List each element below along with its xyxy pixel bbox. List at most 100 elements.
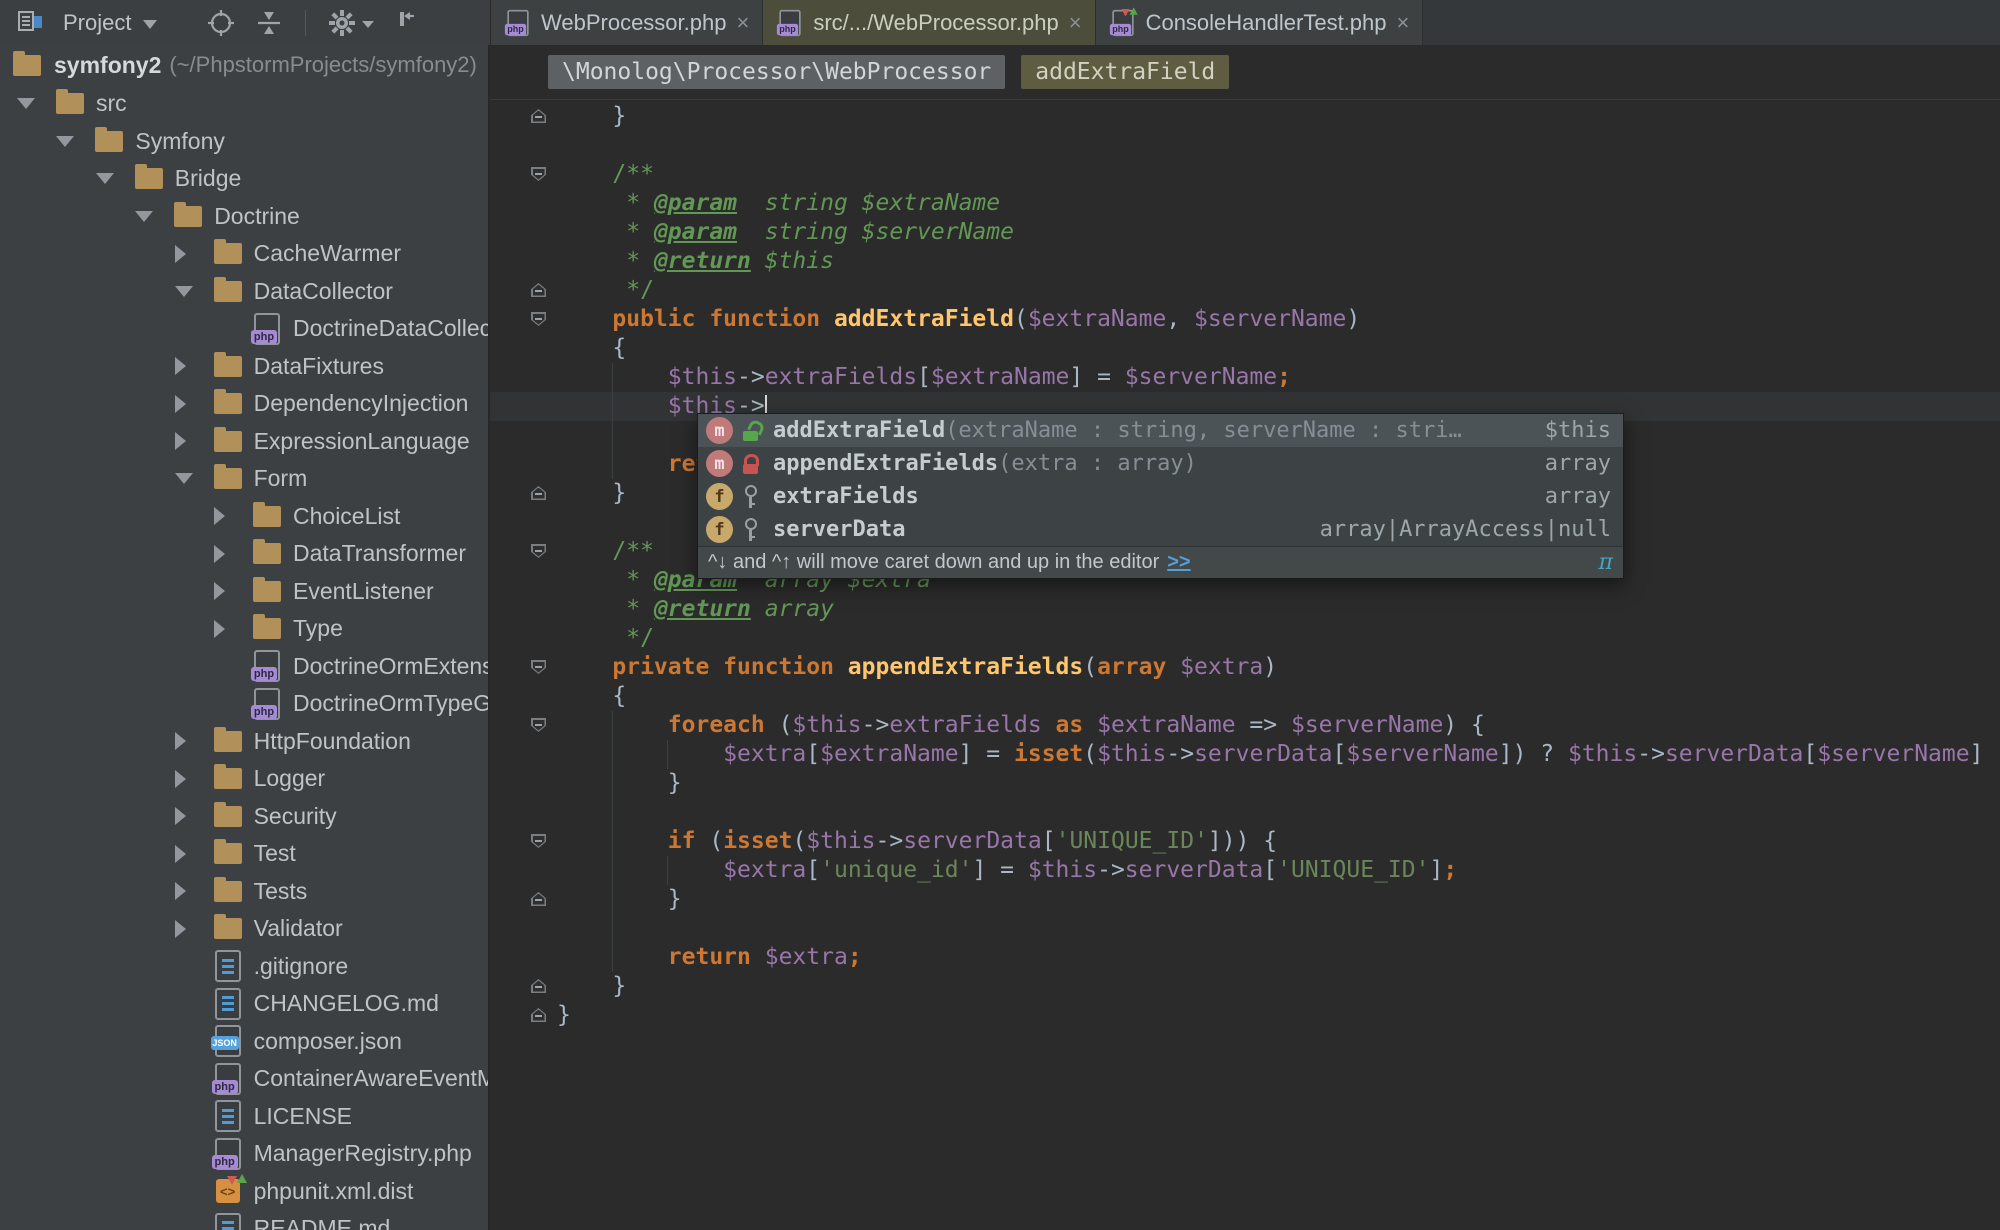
code-line[interactable]: } bbox=[557, 102, 2000, 131]
code-line[interactable]: public function addExtraField($extraName… bbox=[557, 305, 2000, 334]
code-line[interactable]: } bbox=[557, 885, 2000, 914]
tree-item[interactable]: CacheWarmer bbox=[0, 235, 488, 273]
chevron-down-icon[interactable] bbox=[143, 20, 158, 29]
tree-item[interactable]: php ManagerRegistry.php bbox=[0, 1135, 488, 1173]
tree-item[interactable]: php DoctrineDataCollector.php bbox=[0, 310, 488, 348]
code-line[interactable]: * @param string $serverName bbox=[557, 218, 2000, 247]
fold-marker-icon[interactable] bbox=[531, 979, 546, 993]
tree-item[interactable]: HttpFoundation bbox=[0, 723, 488, 761]
fold-marker-icon[interactable] bbox=[531, 544, 546, 558]
collapse-all-icon[interactable] bbox=[254, 8, 284, 38]
code-line[interactable]: * @return array bbox=[557, 595, 2000, 624]
tree-expand-arrow[interactable] bbox=[131, 210, 171, 222]
code-line[interactable]: */ bbox=[557, 276, 2000, 305]
tree-item[interactable]: DataFixtures bbox=[0, 348, 488, 386]
code-line[interactable]: if (isset($this->serverData['UNIQUE_ID']… bbox=[557, 827, 2000, 856]
tree-expand-arrow[interactable] bbox=[171, 807, 211, 826]
chevron-down-icon[interactable] bbox=[362, 21, 375, 28]
tree-expand-arrow[interactable] bbox=[171, 732, 211, 751]
code-line[interactable]: foreach ($this->extraFields as $extraNam… bbox=[557, 711, 2000, 740]
autocomplete-item[interactable]: f serverData array|ArrayAccess|null bbox=[698, 513, 1623, 546]
tree-item[interactable]: Logger bbox=[0, 760, 488, 798]
tree-item[interactable]: Form bbox=[0, 460, 488, 498]
project-view-selector-label[interactable]: Project bbox=[63, 10, 131, 36]
code-line[interactable]: } bbox=[557, 1001, 2000, 1030]
breadcrumb-class-chip[interactable]: \Monolog\Processor\WebProcessor bbox=[548, 55, 1006, 89]
tree-item[interactable]: DataTransformer bbox=[0, 535, 488, 573]
tree-expand-arrow[interactable] bbox=[92, 173, 132, 185]
fold-marker-icon[interactable] bbox=[531, 167, 546, 181]
tree-expand-arrow[interactable] bbox=[210, 619, 250, 638]
tree-expand-arrow[interactable] bbox=[210, 507, 250, 526]
code-line[interactable]: { bbox=[557, 334, 2000, 363]
fold-marker-icon[interactable] bbox=[531, 718, 546, 732]
tree-expand-arrow[interactable] bbox=[171, 244, 211, 263]
autocomplete-item[interactable]: f extraFields array bbox=[698, 480, 1623, 513]
tree-item[interactable]: CHANGELOG.md bbox=[0, 985, 488, 1023]
tree-expand-arrow[interactable] bbox=[171, 285, 211, 297]
tree-item[interactable]: php DoctrineOrmTypeGuesser.php bbox=[0, 685, 488, 723]
code-line[interactable] bbox=[557, 914, 2000, 943]
tree-item[interactable]: Bridge bbox=[0, 160, 488, 198]
code-line[interactable]: } bbox=[557, 972, 2000, 1001]
code-line[interactable]: private function appendExtraFields(array… bbox=[557, 653, 2000, 682]
tree-item[interactable]: .gitignore bbox=[0, 948, 488, 986]
code-line[interactable]: return $extra; bbox=[557, 943, 2000, 972]
project-toolwindow-icon[interactable] bbox=[16, 10, 44, 36]
tree-expand-arrow[interactable] bbox=[13, 98, 53, 110]
tree-expand-arrow[interactable] bbox=[52, 135, 92, 147]
fold-marker-icon[interactable] bbox=[531, 283, 546, 297]
code-line[interactable]: * @return $this bbox=[557, 247, 2000, 276]
autocomplete-hint-link[interactable]: >> bbox=[1167, 551, 1190, 574]
code-line[interactable] bbox=[557, 131, 2000, 160]
tree-item[interactable]: php DoctrineOrmExtension.php bbox=[0, 648, 488, 686]
tree-expand-arrow[interactable] bbox=[171, 432, 211, 451]
code-line[interactable]: } bbox=[557, 769, 2000, 798]
tree-item[interactable]: Doctrine bbox=[0, 198, 488, 236]
tree-item[interactable]: php ContainerAwareEventManager.php bbox=[0, 1060, 488, 1098]
code-area[interactable]: } /** * @param string $extraName * @para… bbox=[490, 100, 2000, 1230]
project-root-row[interactable]: symfony2 (~/PhpstormProjects/symfony2) bbox=[0, 45, 488, 85]
tree-item[interactable]: Test bbox=[0, 835, 488, 873]
tree-item[interactable]: Symfony bbox=[0, 123, 488, 161]
breadcrumb-member-chip[interactable]: addExtraField bbox=[1021, 55, 1230, 89]
fold-marker-icon[interactable] bbox=[531, 312, 546, 326]
tree-item[interactable]: <> phpunit.xml.dist bbox=[0, 1173, 488, 1211]
tree-item[interactable]: src bbox=[0, 85, 488, 123]
tree-expand-arrow[interactable] bbox=[171, 357, 211, 376]
tree-item[interactable]: Tests bbox=[0, 873, 488, 911]
tree-item[interactable]: LICENSE bbox=[0, 1098, 488, 1136]
tree-item[interactable]: Type bbox=[0, 610, 488, 648]
tree-item[interactable]: DependencyInjection bbox=[0, 385, 488, 423]
tree-item[interactable]: Security bbox=[0, 798, 488, 836]
tree-item[interactable]: README.md bbox=[0, 1210, 488, 1230]
close-icon[interactable]: × bbox=[1397, 11, 1410, 34]
code-line[interactable]: $this->extraFields[$extraName] = $server… bbox=[557, 363, 2000, 392]
code-line[interactable]: */ bbox=[557, 624, 2000, 653]
autocomplete-item[interactable]: m addExtraField (extraName : string, ser… bbox=[698, 414, 1623, 447]
fold-marker-icon[interactable] bbox=[531, 109, 546, 123]
editor-tab[interactable]: php src/.../WebProcessor.php × bbox=[763, 0, 1096, 45]
fold-marker-icon[interactable] bbox=[531, 660, 546, 674]
code-line[interactable]: $extra['unique_id'] = $this->serverData[… bbox=[557, 856, 2000, 885]
autocomplete-item[interactable]: m appendExtraFields (extra : array) arra… bbox=[698, 447, 1623, 480]
settings-gear-icon[interactable] bbox=[327, 8, 357, 38]
close-icon[interactable]: × bbox=[1069, 11, 1082, 34]
editor-tab[interactable]: php WebProcessor.php × bbox=[491, 0, 764, 45]
fold-marker-icon[interactable] bbox=[531, 892, 546, 906]
close-icon[interactable]: × bbox=[736, 11, 749, 34]
code-line[interactable]: $extra[$extraName] = isset($this->server… bbox=[557, 740, 2000, 769]
tree-item[interactable]: ExpressionLanguage bbox=[0, 423, 488, 461]
locate-file-icon[interactable] bbox=[206, 8, 236, 38]
tree-expand-arrow[interactable] bbox=[171, 473, 211, 485]
editor-tab[interactable]: php ConsoleHandlerTest.php × bbox=[1095, 0, 1424, 45]
code-line[interactable]: * @param string $extraName bbox=[557, 189, 2000, 218]
fold-marker-icon[interactable] bbox=[531, 1008, 546, 1022]
tree-item[interactable]: ChoiceList bbox=[0, 498, 488, 536]
tree-expand-arrow[interactable] bbox=[171, 919, 211, 938]
tree-item[interactable]: Validator bbox=[0, 910, 488, 948]
tree-item[interactable]: EventListener bbox=[0, 573, 488, 611]
tree-expand-arrow[interactable] bbox=[210, 582, 250, 601]
fold-marker-icon[interactable] bbox=[531, 834, 546, 848]
fold-marker-icon[interactable] bbox=[531, 486, 546, 500]
